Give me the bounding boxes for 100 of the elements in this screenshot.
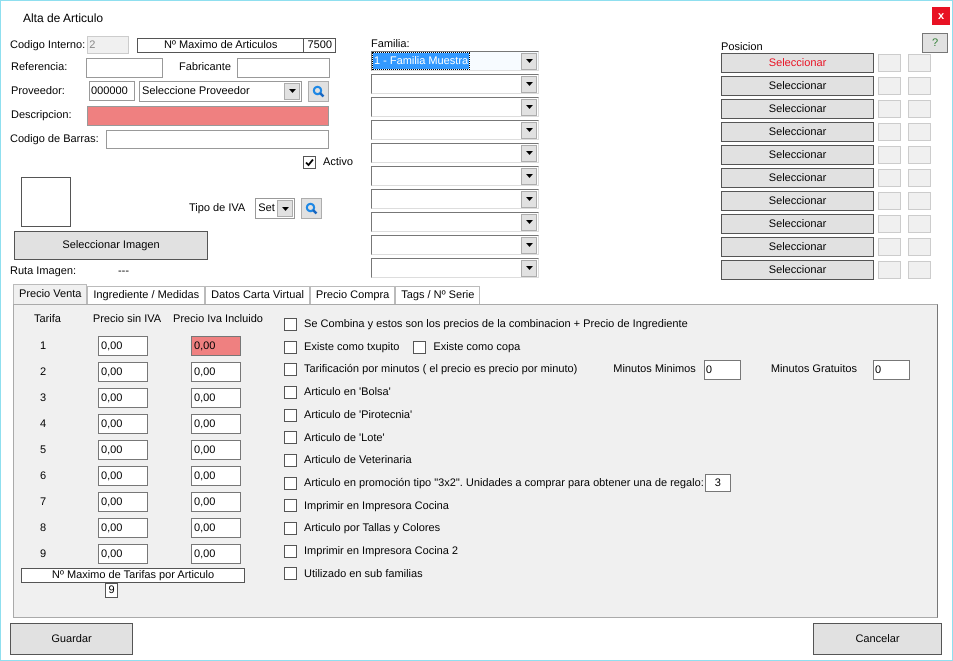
- family-dropdown[interactable]: [371, 189, 539, 209]
- position-field: [908, 100, 931, 118]
- save-button[interactable]: Guardar: [10, 623, 133, 655]
- position-field: [908, 54, 931, 72]
- tab[interactable]: Tags / Nº Serie: [395, 286, 480, 304]
- checkbox[interactable]: [413, 340, 426, 354]
- tab[interactable]: Datos Carta Virtual: [205, 286, 310, 304]
- checkbox[interactable]: [284, 544, 297, 558]
- checkbox[interactable]: [284, 454, 297, 467]
- price-field[interactable]: 0,00: [98, 544, 148, 564]
- close-button[interactable]: x: [932, 7, 950, 25]
- checkbox[interactable]: [284, 363, 297, 376]
- price-field[interactable]: 0,00: [98, 388, 148, 408]
- search-button[interactable]: [301, 198, 322, 219]
- price-field[interactable]: 0,00: [191, 492, 241, 512]
- select-position-button[interactable]: Seleccionar: [721, 53, 874, 73]
- position-field: [908, 215, 931, 233]
- input-field[interactable]: [86, 58, 163, 78]
- select-position-button[interactable]: Seleccionar: [721, 214, 874, 234]
- caret-icon: [526, 197, 532, 201]
- checkbox-label: Articulo de 'Pirotecnia': [304, 408, 412, 423]
- minutes-field[interactable]: 0: [704, 360, 741, 380]
- help-button[interactable]: ?: [922, 33, 948, 53]
- checkbox[interactable]: [284, 499, 297, 512]
- price-field[interactable]: 0,00: [191, 440, 241, 460]
- price-field[interactable]: 0,00: [191, 414, 241, 434]
- checkbox[interactable]: [284, 408, 297, 422]
- window-title: Alta de Articulo: [23, 10, 104, 27]
- select-position-button[interactable]: Seleccionar: [721, 237, 874, 257]
- search-button[interactable]: [308, 80, 329, 102]
- input-field[interactable]: [237, 58, 330, 78]
- caret-icon: [526, 220, 532, 224]
- price-field[interactable]: 0,00: [191, 544, 241, 564]
- caret-icon: [526, 243, 532, 247]
- family-dropdown[interactable]: [371, 258, 539, 278]
- caret-icon: [526, 105, 532, 109]
- tab[interactable]: Precio Venta: [13, 284, 88, 304]
- price-field[interactable]: 0,00: [191, 362, 241, 382]
- select-position-button[interactable]: Seleccionar: [721, 122, 874, 142]
- price-field[interactable]: 0,00: [98, 362, 148, 382]
- tariff-number: 6: [39, 468, 48, 484]
- checkbox[interactable]: [284, 431, 297, 444]
- tab[interactable]: Precio Compra: [310, 286, 396, 304]
- code-field[interactable]: 000000: [89, 81, 135, 101]
- price-field[interactable]: 0,00: [98, 466, 148, 486]
- price-field[interactable]: 0,00: [98, 492, 148, 512]
- checkbox[interactable]: [303, 156, 316, 168]
- barcode-field[interactable]: [106, 130, 329, 149]
- position-field: [878, 54, 901, 72]
- family-dropdown[interactable]: [371, 120, 539, 140]
- field-label: Descripcion:: [10, 108, 73, 124]
- checkbox[interactable]: [284, 340, 297, 354]
- units-field[interactable]: 3: [704, 474, 731, 492]
- cancel-button[interactable]: Cancelar: [813, 623, 942, 655]
- select-position-button[interactable]: Seleccionar: [721, 145, 874, 165]
- family-dropdown[interactable]: [371, 74, 539, 94]
- checkbox[interactable]: [284, 567, 297, 580]
- checkbox-label: Existe como txupito: [304, 340, 400, 355]
- caret-icon: [526, 59, 532, 63]
- minutes-field[interactable]: 0: [873, 360, 910, 380]
- checkbox[interactable]: [284, 522, 297, 536]
- position-field: [878, 192, 901, 210]
- family-dropdown[interactable]: [371, 212, 539, 232]
- dropdown[interactable]: Seleccione Proveedor: [139, 80, 302, 102]
- description-field[interactable]: [87, 106, 329, 126]
- family-dropdown[interactable]: [371, 97, 539, 117]
- price-field[interactable]: 0,00: [98, 518, 148, 538]
- position-field: [908, 77, 931, 95]
- position-field: [878, 215, 901, 233]
- tab[interactable]: Ingrediente / Medidas: [87, 286, 206, 304]
- checkbox-label: Articulo de Veterinaria: [304, 453, 412, 468]
- price-field[interactable]: 0,00: [191, 388, 241, 408]
- select-position-button[interactable]: Seleccionar: [721, 168, 874, 188]
- search-icon: [312, 84, 325, 98]
- price-field[interactable]: 0,00: [191, 518, 241, 538]
- position-field: [908, 123, 931, 141]
- checkbox[interactable]: [284, 318, 297, 331]
- select-position-button[interactable]: Seleccionar: [721, 76, 874, 96]
- checkbox-label: Tarificación por minutos ( el precio es precio por minuto): [304, 362, 578, 378]
- price-field[interactable]: 0,00: [98, 414, 148, 434]
- price-field[interactable]: 0,00: [98, 336, 148, 356]
- tariff-number: 1: [39, 338, 48, 354]
- price-field[interactable]: 0,00: [98, 440, 148, 460]
- position-field: [908, 238, 931, 256]
- select-position-button[interactable]: Seleccionar: [721, 99, 874, 119]
- price-field[interactable]: 0,00: [191, 466, 241, 486]
- family-dropdown[interactable]: [371, 143, 539, 163]
- family-dropdown[interactable]: [371, 235, 539, 255]
- checkbox[interactable]: [284, 476, 297, 490]
- checkbox[interactable]: [284, 386, 297, 399]
- select-position-button[interactable]: Seleccionar: [721, 191, 874, 211]
- select-image-button[interactable]: Seleccionar Imagen: [14, 231, 208, 260]
- position-field: [878, 169, 901, 187]
- dropdown[interactable]: Set: [255, 198, 296, 219]
- select-position-button[interactable]: Seleccionar: [721, 260, 874, 280]
- caret-icon: [526, 82, 532, 86]
- position-field: [908, 146, 931, 164]
- price-field[interactable]: 0,00: [191, 336, 241, 356]
- family-dropdown[interactable]: [371, 166, 539, 186]
- search-icon: [305, 202, 318, 215]
